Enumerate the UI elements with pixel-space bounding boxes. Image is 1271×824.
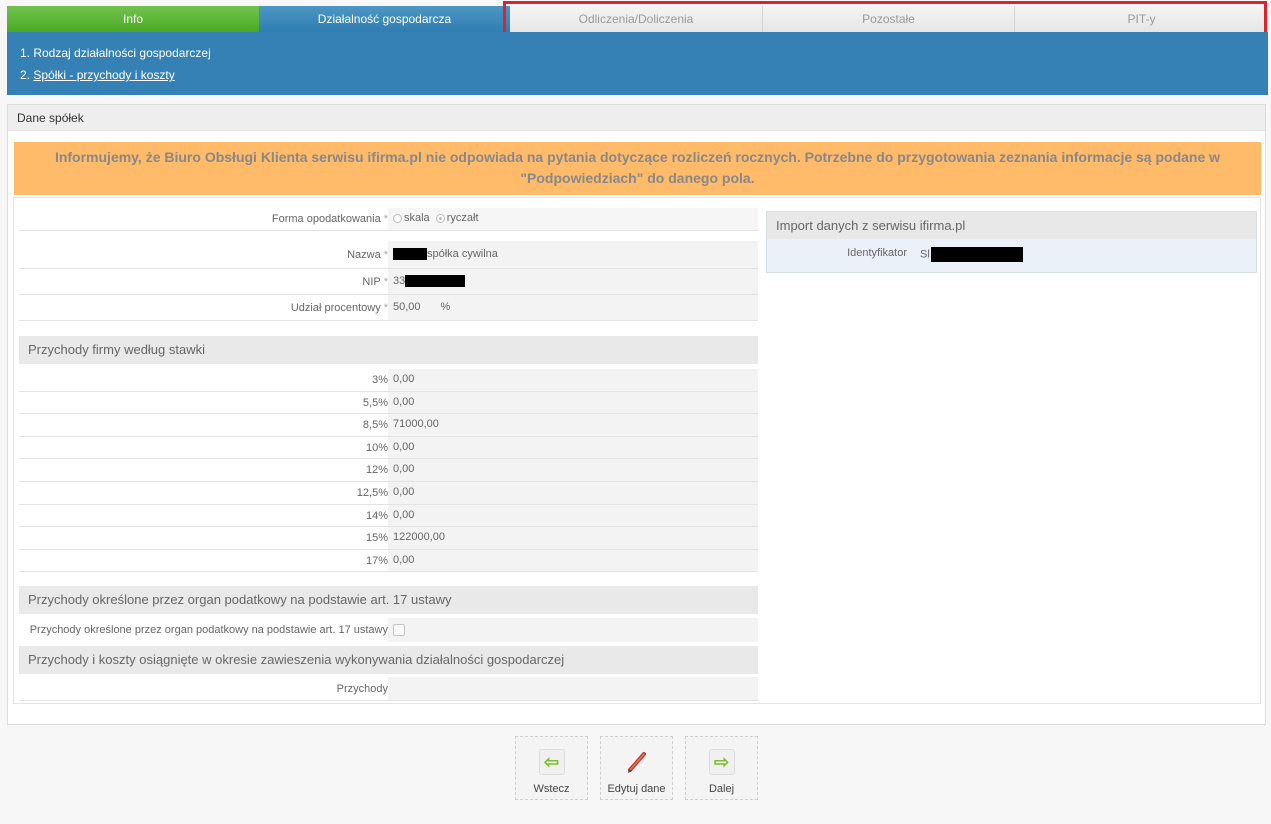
rate-label: 5,5% [362,396,388,409]
rate-row: 8,5% 71000,00 [19,414,758,437]
edit-button[interactable]: Edytuj dane [600,736,673,800]
rate-value: 0,00 [388,436,758,459]
rate-row: 15% 122000,00 [19,527,758,550]
rate-label: 14% [365,509,388,522]
arrow-right-icon: ⇨ [708,749,735,775]
back-button[interactable]: ⇦ Wstecz [515,736,588,800]
row-forma-opodatkowania: Forma opodatkowania * skala ryczałt [19,208,758,231]
row-nazwa: Nazwa * spółka cywilna [19,241,758,269]
rate-value: 0,00 [388,369,758,391]
rate-label: 12% [365,464,388,477]
import-box: Import danych z serwisu ifirma.pl Identy… [766,211,1257,273]
rate-label: 17% [365,554,388,567]
arrow-left-icon: ⇦ [538,749,565,775]
form-container: Forma opodatkowania * skala ryczałt Nazwa… [13,197,1261,704]
rate-value: 71000,00 [388,414,758,436]
row-udzial-procentowy: Udział procentowy * 50,00% [19,295,758,321]
tab-odliczenia-doliczenia[interactable]: Odliczenia/Doliczenia [510,6,763,32]
section-art17: Przychody określone przez organ podatkow… [19,586,758,614]
udzial-value: 50,00% [388,295,758,320]
rate-value: 0,00 [388,391,758,414]
tab-dzialalnosc-gospodarcza[interactable]: Działalność gospodarcza [259,6,510,32]
row-nip: NIP * 33 [19,269,758,295]
edit-button-label: Edytuj dane [607,783,666,795]
subnav-item-rodzaj: 1. Rodzaj działalności gospodarczej [20,46,211,60]
redacted-block [930,247,1023,262]
label-identyfikator: Identyfikator [847,247,907,259]
identyfikator-value: Sl [920,247,1023,262]
rate-label: 15% [365,532,388,545]
sub-navigation: 1. Rodzaj działalności gospodarczej 2. S… [7,32,1268,95]
rate-row: 17% 0,00 [19,549,758,573]
label-forma-opodatkowania: Forma opodatkowania * [271,213,388,225]
zawieszenie-przychody-value [388,677,758,700]
rate-value: 122000,00 [388,527,758,549]
back-button-label: Wstecz [533,783,570,795]
main-tabs: Info Działalność gospodarcza Odliczenia/… [7,6,1268,32]
rate-row: 12,5% 0,00 [19,482,758,505]
radio-skala-label: skala [404,212,430,224]
radio-ryczalt[interactable] [435,213,445,223]
label-art17: Przychody określone przez organ podatkow… [29,624,388,636]
rate-value: 0,00 [388,459,758,481]
radio-skala[interactable] [393,213,402,223]
panel-title: Dane spółek [8,105,1265,131]
forma-opodatkowania-options: skala ryczałt [388,208,758,230]
row-art17: Przychody określone przez organ podatkow… [19,618,758,642]
rate-label: 8,5% [362,419,388,432]
art17-value [388,618,758,642]
tab-info[interactable]: Info [7,6,259,32]
redacted-block [393,248,427,261]
rate-value: 0,00 [388,482,758,504]
next-button-label: Dalej [708,783,735,795]
rate-label: 12,5% [356,487,388,499]
dane-spolek-panel: Dane spółek Informujemy, że Biuro Obsług… [7,104,1266,725]
rate-label: 10% [365,441,388,454]
rate-value: 0,00 [388,549,758,572]
rate-value: 0,00 [388,504,758,527]
radio-ryczalt-label: ryczałt [446,212,479,224]
rate-row: 5,5% 0,00 [19,391,758,415]
redacted-block [405,275,466,288]
subnav-link-spolki[interactable]: Spółki - przychody i koszty [33,68,174,82]
section-przychody-wg-stawki: Przychody firmy według stawki [19,336,758,364]
row-zawieszenie-przychody: Przychody [19,677,758,701]
next-button[interactable]: ⇨ Dalej [685,736,758,800]
rate-label: 3% [372,374,388,386]
tab-pit-y[interactable]: PIT-y [1015,6,1268,32]
section-zawieszenie: Przychody i koszty osiągnięte w okresie … [19,646,758,674]
subnav-item-number: 2. [20,68,34,82]
rate-row: 14% 0,00 [19,504,758,528]
import-title: Import danych z serwisu ifirma.pl [767,212,1256,239]
nip-value: 33 [388,269,758,294]
nazwa-value: spółka cywilna [388,241,758,268]
info-notice: Informujemy, że Biuro Obsługi Klienta se… [14,142,1261,195]
label-nip: NIP * [362,276,388,288]
pen-icon [624,749,650,775]
label-przychody: Przychody [336,683,388,695]
rate-row: 10% 0,00 [19,436,758,460]
rate-row: 3% 0,00 [19,369,758,392]
rate-row: 12% 0,00 [19,459,758,482]
import-row-identyfikator: Identyfikator Sl [767,239,1256,272]
label-udzial-procentowy: Udział procentowy * [290,302,388,314]
label-nazwa: Nazwa * [347,249,388,261]
art17-checkbox[interactable] [393,624,405,637]
subnav-item-spolki: 2. Spółki - przychody i koszty [20,68,175,82]
tab-pozostale[interactable]: Pozostałe [763,6,1015,32]
